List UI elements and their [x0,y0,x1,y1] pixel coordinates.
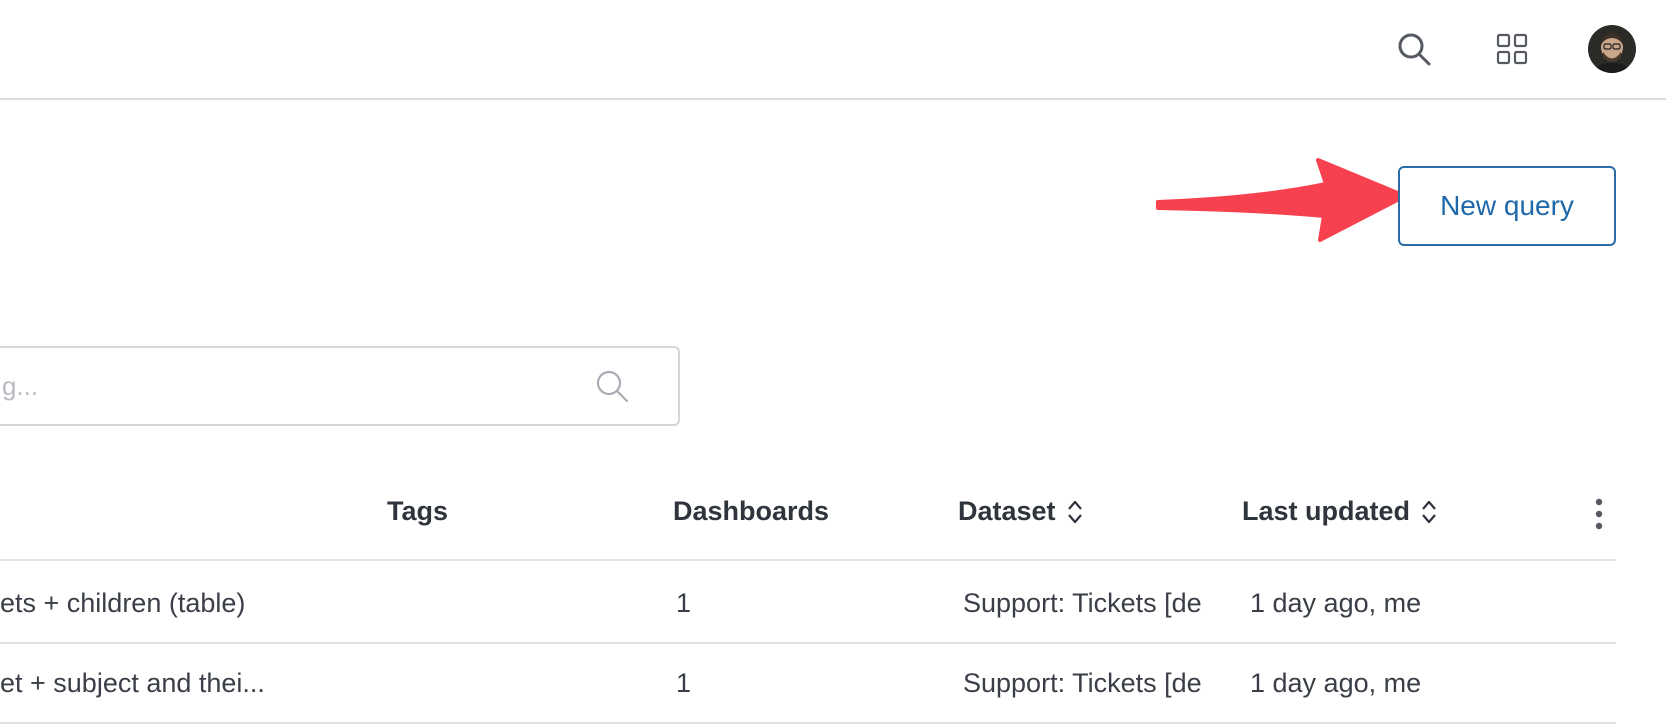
column-header-dataset[interactable]: Dataset [958,496,1084,527]
dataset-name: Support: Tickets [de [963,587,1202,618]
column-header-label: Last updated [1242,496,1411,526]
search-icon[interactable] [1390,25,1438,73]
dataset-name: Support: Tickets [de [963,667,1202,698]
column-header-dashboards: Dashboards [673,496,829,527]
column-header-label: Dataset [958,496,1056,526]
column-header-label: Dashboards [673,496,830,526]
column-header-tags: Tags [387,496,448,527]
avatar[interactable] [1588,25,1636,73]
last-updated: 1 day ago, me [1250,587,1422,618]
search-icon[interactable] [594,368,630,404]
table-row[interactable]: ets + children (table) 1 Support: Ticket… [0,564,1616,642]
dashboards-count: 1 [676,587,692,618]
sort-icon[interactable] [1420,498,1438,526]
table-divider [0,559,1616,561]
column-header-last-updated[interactable]: Last updated [1242,496,1438,527]
table-divider [0,722,1616,724]
search-input[interactable] [0,348,582,424]
search-box [0,346,680,426]
query-name[interactable]: ets + children (table) [0,564,560,642]
last-updated: 1 day ago, me [1250,667,1422,698]
sort-icon[interactable] [1066,498,1084,526]
dashboards-count: 1 [676,667,692,698]
top-bar [0,0,1666,100]
column-header-label: Tags [387,496,449,526]
new-query-button[interactable]: New query [1398,166,1616,246]
table-row[interactable]: et + subject and thei... 1 Support: Tick… [0,644,1616,722]
more-options-icon[interactable] [1588,494,1610,534]
grid-icon[interactable] [1488,25,1536,73]
query-name[interactable]: et + subject and thei... [0,644,560,722]
